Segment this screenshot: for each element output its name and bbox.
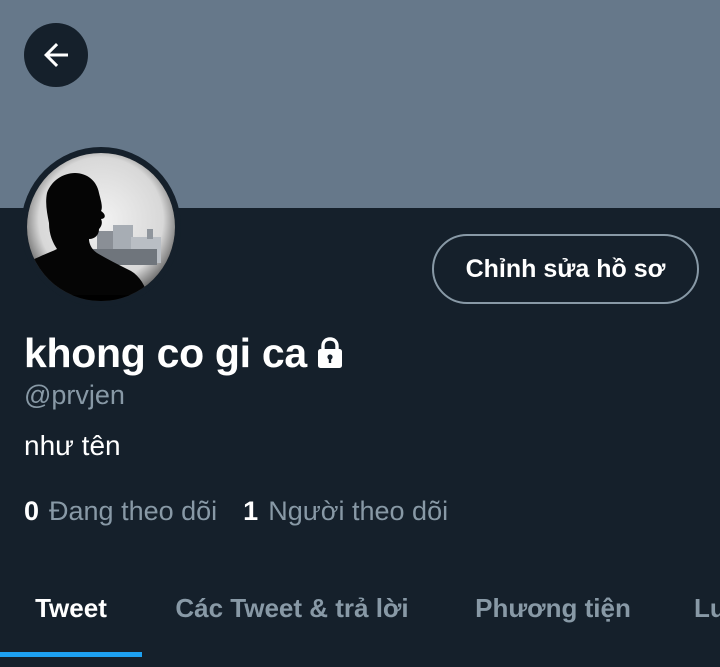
back-button[interactable]: [24, 23, 88, 87]
profile-bio: như tên: [24, 430, 121, 461]
tab-tweets-and-replies[interactable]: Các Tweet & trả lời: [142, 566, 442, 650]
tab-likes[interactable]: Lư: [694, 566, 720, 650]
profile-stats: 0 Đang theo dõi 1 Người theo dõi: [24, 496, 448, 527]
followers-count: 1: [243, 496, 259, 526]
profile-tabs: Tweet Các Tweet & trả lời Phương tiện Lư: [0, 566, 720, 667]
profile-page: Chỉnh sửa hồ sơ khong co gi ca @prvjen n…: [0, 0, 720, 667]
tab-media[interactable]: Phương tiện: [442, 566, 664, 650]
following-label: Đang theo dõi: [49, 496, 218, 526]
display-name-row: khong co gi ca: [24, 326, 345, 380]
following-stat[interactable]: 0 Đang theo dõi: [24, 496, 217, 527]
profile-handle: @prvjen: [24, 380, 125, 410]
followers-stat[interactable]: 1 Người theo dõi: [243, 496, 448, 527]
edit-profile-button[interactable]: Chỉnh sửa hồ sơ: [432, 234, 699, 304]
avatar[interactable]: [21, 147, 181, 307]
following-count: 0: [24, 496, 40, 526]
avatar-image: [27, 153, 175, 301]
active-tab-indicator: [0, 652, 142, 657]
lock-icon: [317, 337, 342, 368]
display-name: khong co gi ca: [24, 329, 307, 376]
arrow-left-icon: [44, 43, 68, 67]
tab-tweets[interactable]: Tweet: [0, 566, 142, 650]
followers-label: Người theo dõi: [268, 496, 449, 526]
